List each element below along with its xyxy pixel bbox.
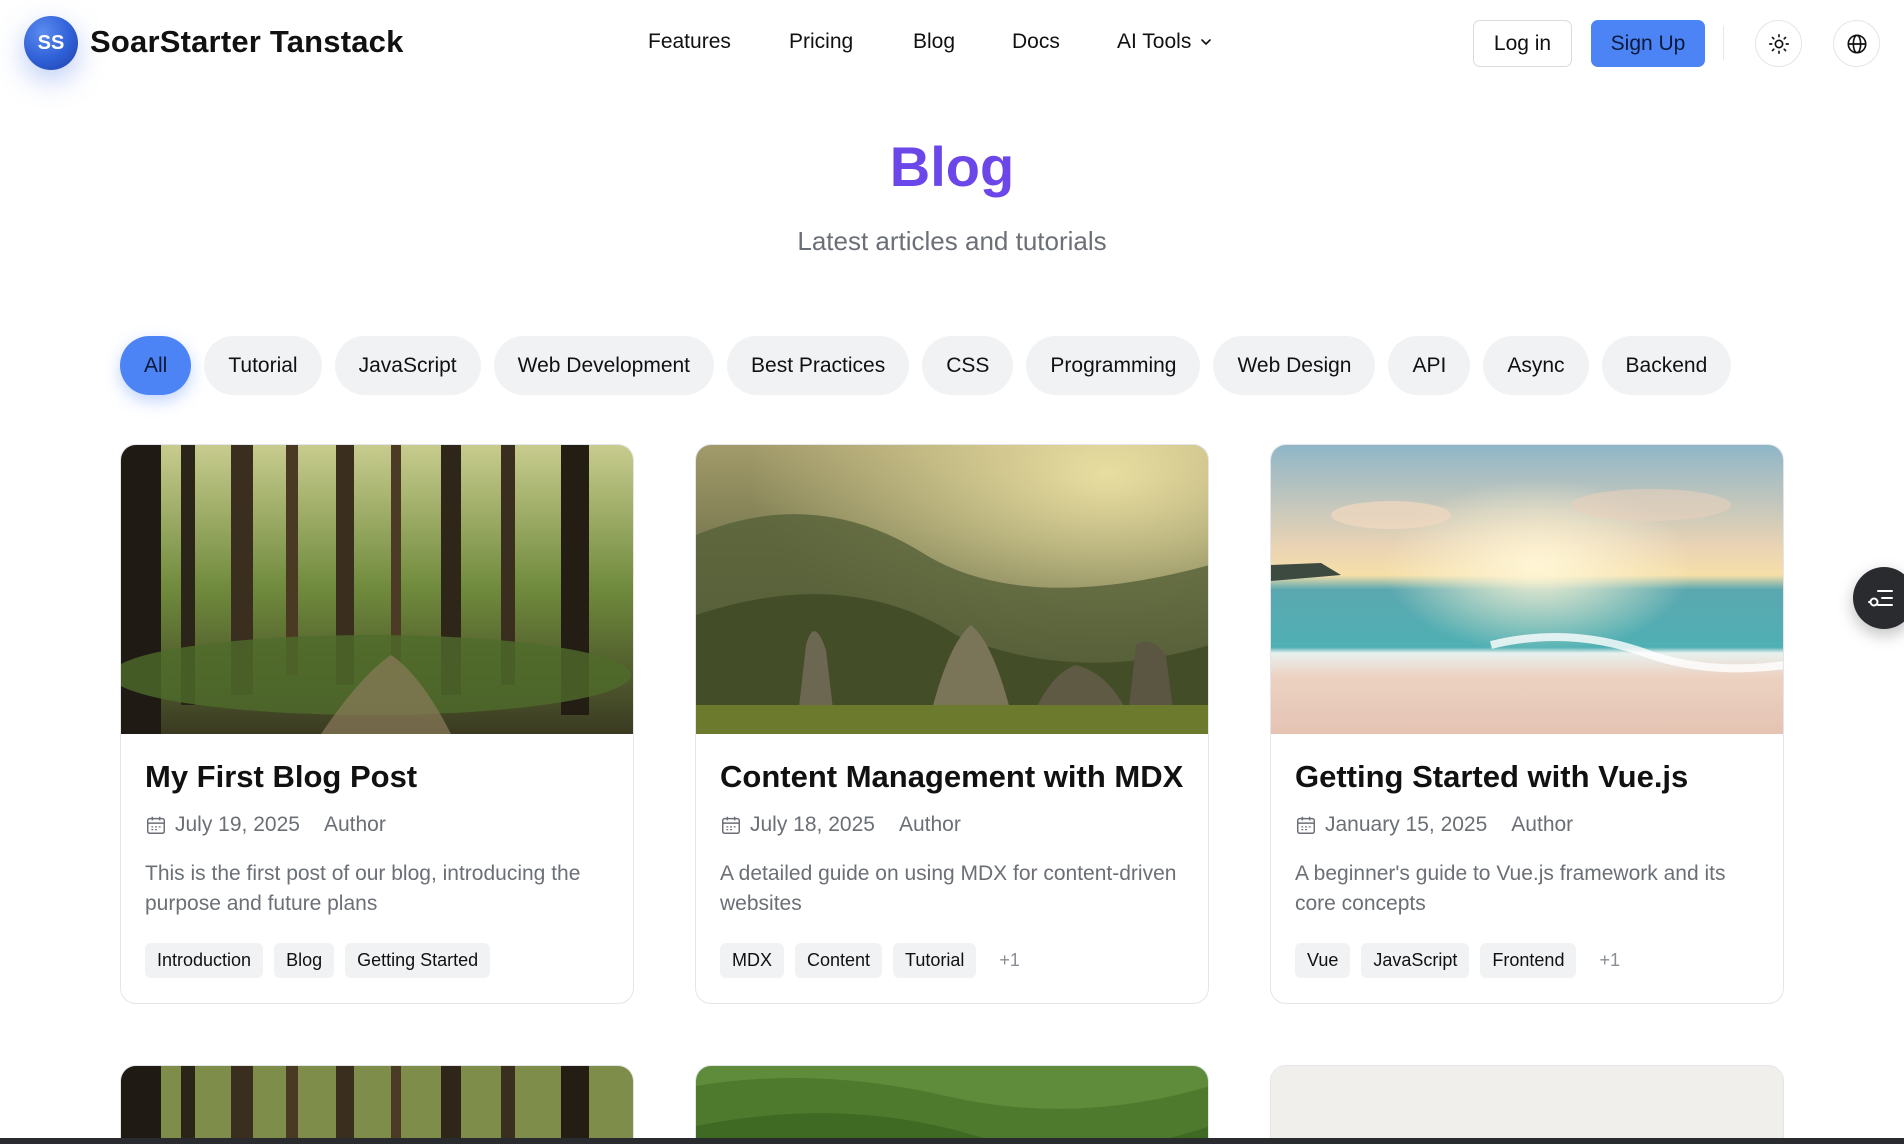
bottom-bar [0, 1138, 1904, 1144]
blog-post-card[interactable]: Content Management with MDX July 18, 202… [695, 444, 1209, 1004]
language-button[interactable] [1833, 20, 1880, 67]
blog-post-card[interactable] [1270, 1065, 1784, 1144]
filter-chip-all[interactable]: All [120, 336, 192, 395]
post-title[interactable]: Content Management with MDX [720, 759, 1183, 795]
filter-chip-async[interactable]: Async [1483, 336, 1589, 395]
filter-chip-backend[interactable]: Backend [1601, 336, 1732, 395]
signup-button[interactable]: Sign Up [1591, 20, 1705, 67]
post-author: Author [898, 813, 961, 836]
blog-post-card[interactable]: Getting Started with Vue.js January 15, … [1270, 444, 1784, 1004]
nav-pricing[interactable]: Pricing [789, 30, 853, 54]
filter-chip-programming[interactable]: Programming [1026, 336, 1201, 395]
filter-chip-tutorial[interactable]: Tutorial [204, 336, 322, 395]
post-tag[interactable]: Vue [1295, 943, 1351, 978]
post-cover-image-light [1271, 1066, 1783, 1144]
post-tags: MDX Content Tutorial +1 [720, 943, 1032, 978]
page-subtitle: Latest articles and tutorials [797, 226, 1107, 256]
category-filter-bar: All Tutorial JavaScript Web Development … [120, 336, 1732, 395]
list-settings-icon [1868, 590, 1893, 607]
nav-blog[interactable]: Blog [913, 30, 955, 54]
nav-ai-tools-label: AI Tools [1117, 30, 1192, 53]
header-divider [1723, 26, 1724, 60]
post-tag[interactable]: Getting Started [345, 943, 491, 978]
theme-toggle-button[interactable] [1755, 20, 1802, 67]
post-date: July 19, 2025 [175, 813, 300, 836]
post-description: A detailed guide on using MDX for conten… [720, 862, 1177, 915]
post-title[interactable]: Getting Started with Vue.js [1295, 759, 1688, 795]
brand-logo[interactable]: SS [24, 16, 78, 70]
post-tag[interactable]: Frontend [1480, 943, 1577, 978]
post-cover-image-forest [121, 1066, 633, 1144]
post-tags-more[interactable]: +1 [1587, 950, 1632, 971]
post-tags: Vue JavaScript Frontend +1 [1295, 943, 1632, 978]
post-cover-image-forest [121, 445, 633, 734]
nav-features[interactable]: Features [648, 30, 731, 54]
blog-post-card[interactable]: My First Blog Post July 19, 2025 Author … [120, 444, 634, 1004]
calendar-icon [722, 816, 740, 834]
blog-post-card[interactable] [120, 1065, 634, 1144]
filter-chip-best-practices[interactable]: Best Practices [727, 336, 910, 395]
filter-chip-web-development[interactable]: Web Development [493, 336, 715, 395]
post-author: Author [1511, 813, 1574, 836]
filter-chip-api[interactable]: API [1388, 336, 1471, 395]
chevron-down-icon [1201, 39, 1212, 45]
post-meta: January 15, 2025 Author [1295, 813, 1573, 837]
post-meta: July 19, 2025 Author [145, 813, 386, 837]
post-cover-image-hills [696, 1066, 1208, 1144]
post-tags-more[interactable]: +1 [987, 950, 1032, 971]
filter-chip-javascript[interactable]: JavaScript [334, 336, 481, 395]
post-tag[interactable]: Content [795, 943, 883, 978]
post-tag[interactable]: Introduction [145, 943, 264, 978]
brand-name[interactable]: SoarStarter Tanstack [90, 24, 404, 60]
post-author: Author [323, 813, 386, 836]
page-title: Blog [889, 135, 1015, 198]
post-cover-image-beach [1271, 445, 1783, 734]
post-description: A beginner's guide to Vue.js framework a… [1295, 862, 1726, 915]
filter-chip-web-design[interactable]: Web Design [1213, 336, 1376, 395]
post-tag[interactable]: Blog [274, 943, 335, 978]
site-header: SS SoarStarter Tanstack Features Pricing… [0, 0, 1904, 86]
post-tag[interactable]: JavaScript [1361, 943, 1470, 978]
calendar-icon [1297, 816, 1315, 834]
post-date: July 18, 2025 [750, 813, 875, 836]
blog-post-card[interactable] [695, 1065, 1209, 1144]
login-button[interactable]: Log in [1473, 20, 1572, 67]
globe-icon [1846, 33, 1867, 54]
post-description: This is the first post of our blog, intr… [145, 862, 581, 915]
post-tag[interactable]: MDX [720, 943, 784, 978]
post-title[interactable]: My First Blog Post [145, 759, 417, 795]
post-date: January 15, 2025 [1325, 813, 1488, 836]
sun-icon [1768, 33, 1789, 54]
post-meta: July 18, 2025 Author [720, 813, 961, 837]
post-cover-image-mountains [696, 445, 1208, 734]
toc-floating-button[interactable] [1853, 567, 1904, 629]
post-tags: Introduction Blog Getting Started [145, 943, 491, 978]
filter-chip-css[interactable]: CSS [922, 336, 1014, 395]
nav-ai-tools[interactable]: AI Tools [1117, 30, 1213, 54]
post-tag[interactable]: Tutorial [893, 943, 977, 978]
calendar-icon [147, 816, 165, 834]
nav-docs[interactable]: Docs [1012, 30, 1060, 54]
